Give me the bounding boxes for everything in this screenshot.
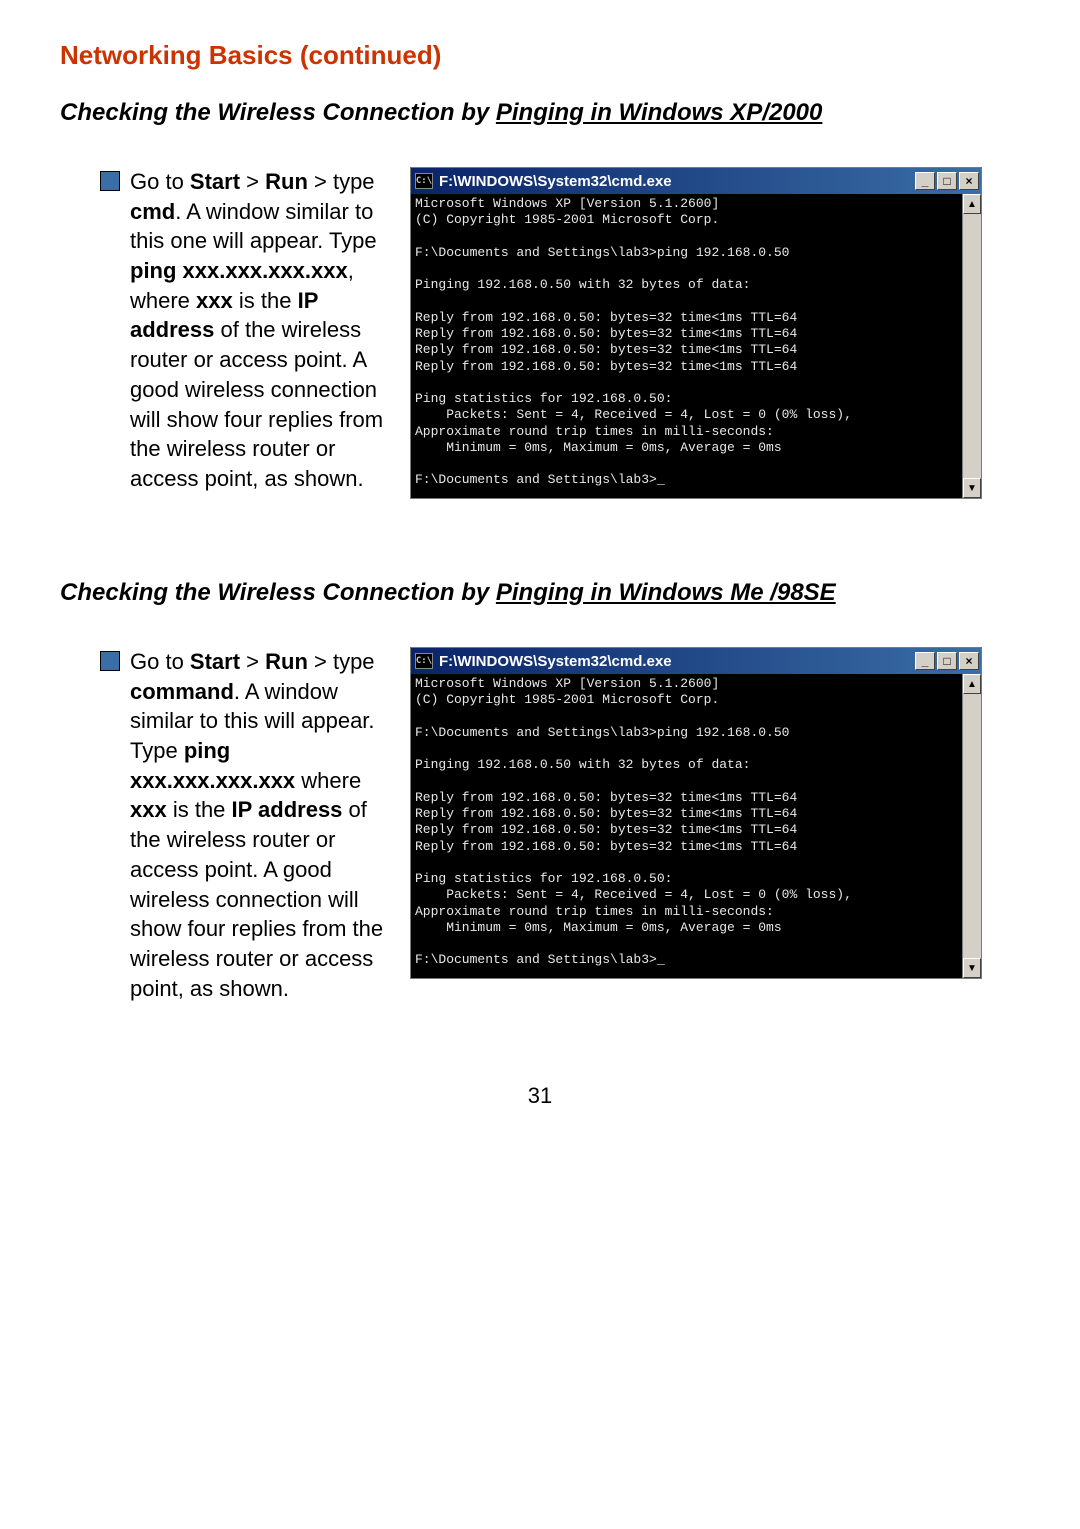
titlebar-text: F:\WINDOWS\System32\cmd.exe	[439, 173, 915, 190]
vertical-scrollbar[interactable]: ▲ ▼	[962, 194, 981, 498]
scroll-up-button[interactable]: ▲	[963, 674, 981, 694]
terminal-output[interactable]: Microsoft Windows XP [Version 5.1.2600] …	[411, 194, 962, 498]
text: >	[240, 169, 265, 194]
scroll-down-button[interactable]: ▼	[963, 958, 981, 978]
subheading-text: Checking the Wireless Connection by	[60, 99, 496, 126]
block-xp-2000: Go to Start > Run > type cmd. A window s…	[60, 167, 1020, 499]
text-bold: xxx	[196, 288, 233, 313]
cmd-icon: C:\	[415, 173, 433, 189]
maximize-button[interactable]: □	[937, 652, 957, 670]
bullet-column	[60, 167, 120, 191]
subheading-underline: Pinging in Windows Me /98SE	[496, 579, 836, 606]
subheading-text: Checking the Wireless Connection by	[60, 579, 496, 606]
text: Go to	[130, 649, 190, 674]
text-bold: Start	[190, 169, 240, 194]
text: > type	[308, 649, 375, 674]
text: is the	[233, 288, 298, 313]
subheading-me-98se: Checking the Wireless Connection by Ping…	[60, 579, 1020, 607]
page-number: 31	[60, 1083, 1020, 1109]
titlebar[interactable]: C:\ F:\WINDOWS\System32\cmd.exe _ □ ×	[411, 648, 981, 674]
subheading-xp-2000: Checking the Wireless Connection by Ping…	[60, 99, 1020, 127]
scroll-up-button[interactable]: ▲	[963, 194, 981, 214]
block-me-98se: Go to Start > Run > type command. A wind…	[60, 647, 1020, 1003]
scroll-down-button[interactable]: ▼	[963, 478, 981, 498]
terminal-output[interactable]: Microsoft Windows XP [Version 5.1.2600] …	[411, 674, 962, 978]
text-bold: Run	[265, 169, 308, 194]
minimize-button[interactable]: _	[915, 172, 935, 190]
text-bold: Start	[190, 649, 240, 674]
section-title: Networking Basics (continued)	[60, 40, 1020, 71]
text: of the wireless router or access point. …	[130, 797, 383, 1000]
text-bold: command	[130, 679, 234, 704]
cmd-window-me: C:\ F:\WINDOWS\System32\cmd.exe _ □ × Mi…	[410, 647, 982, 979]
close-button[interactable]: ×	[959, 652, 979, 670]
bullet-column	[60, 647, 120, 671]
instruction-text-xp: Go to Start > Run > type cmd. A window s…	[130, 167, 400, 494]
cmd-icon: C:\	[415, 653, 433, 669]
titlebar[interactable]: C:\ F:\WINDOWS\System32\cmd.exe _ □ ×	[411, 168, 981, 194]
text: >	[240, 649, 265, 674]
text-bold: xxx	[130, 797, 167, 822]
text: where	[295, 768, 361, 793]
text-bold: IP address	[232, 797, 343, 822]
vertical-scrollbar[interactable]: ▲ ▼	[962, 674, 981, 978]
text: is the	[167, 797, 232, 822]
subheading-underline: Pinging in Windows XP/2000	[496, 99, 823, 126]
text-bold: ping xxx.xxx.xxx.xxx	[130, 258, 348, 283]
text-bold: Run	[265, 649, 308, 674]
titlebar-text: F:\WINDOWS\System32\cmd.exe	[439, 653, 915, 670]
square-bullet-icon	[100, 651, 120, 671]
text-bold: cmd	[130, 199, 175, 224]
cmd-window-xp: C:\ F:\WINDOWS\System32\cmd.exe _ □ × Mi…	[410, 167, 982, 499]
text: Go to	[130, 169, 190, 194]
instruction-text-me: Go to Start > Run > type command. A wind…	[130, 647, 400, 1003]
minimize-button[interactable]: _	[915, 652, 935, 670]
text: > type	[308, 169, 375, 194]
square-bullet-icon	[100, 171, 120, 191]
maximize-button[interactable]: □	[937, 172, 957, 190]
text: of the wireless router or access point. …	[130, 317, 383, 490]
close-button[interactable]: ×	[959, 172, 979, 190]
